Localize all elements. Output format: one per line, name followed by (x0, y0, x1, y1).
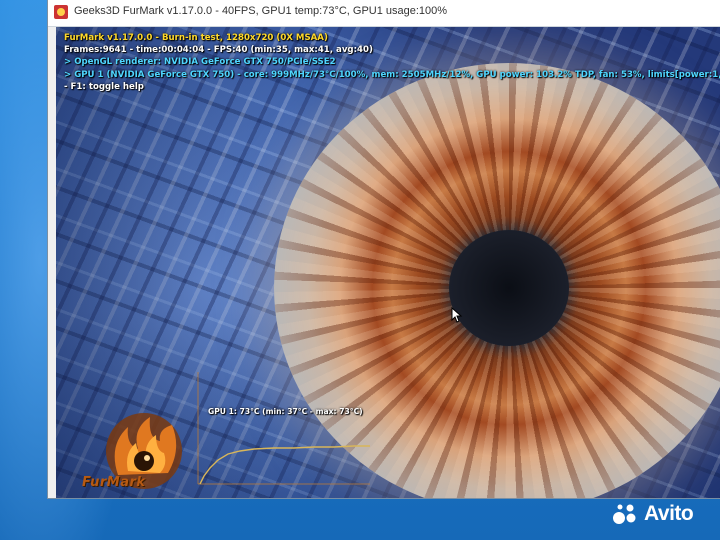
furmark-logo-text: FurMark (82, 475, 146, 490)
window-title: Geeks3D FurMark v1.17.0.0 - 40FPS, GPU1 … (74, 5, 448, 17)
osd-help-line: - F1: toggle help (64, 81, 144, 92)
gpu-temperature-label: GPU 1: 73°C (min: 37°C - max: 73°C) (208, 407, 363, 416)
osd-renderer-line: > OpenGL renderer: NVIDIA GeForce GTX 75… (64, 57, 336, 68)
avito-logo-icon (612, 502, 638, 526)
furmark-window[interactable]: Geeks3D FurMark v1.17.0.0 - 40FPS, GPU1 … (48, 0, 720, 498)
render-viewport[interactable]: FurMark v1.17.0.0 - Burn-in test, 1280x7… (56, 27, 720, 498)
temperature-curve (199, 445, 370, 485)
osd-frames-line: Frames:9641 - time:00:04:04 - FPS:40 (mi… (64, 45, 373, 56)
mouse-cursor-icon (451, 307, 463, 323)
pupil (449, 230, 569, 346)
gpu-temperature-graph: GPU 1: 73°C (min: 37°C - max: 73°C) (194, 372, 370, 488)
osd-overlay: FurMark v1.17.0.0 - Burn-in test, 1280x7… (64, 32, 720, 93)
furmark-app-icon[interactable] (54, 5, 68, 19)
avito-watermark-text: Avito (644, 502, 694, 525)
osd-gpu-line: > GPU 1 (NVIDIA GeForce GTX 750) - core:… (64, 69, 720, 80)
title-bar[interactable]: Geeks3D FurMark v1.17.0.0 - 40FPS, GPU1 … (48, 0, 720, 27)
avito-watermark: Avito (612, 502, 694, 526)
osd-title-line: FurMark v1.17.0.0 - Burn-in test, 1280x7… (64, 33, 328, 43)
